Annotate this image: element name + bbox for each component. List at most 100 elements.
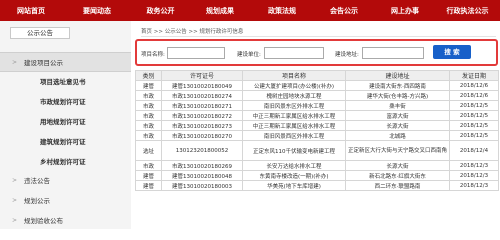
- chevron-right-icon: >: [12, 59, 18, 66]
- sidebar-item-label: 规划公示: [24, 197, 50, 205]
- table-row[interactable]: 建管 建管13010020180003 华美苑(地下车库增建) 西二环东·联盟路…: [135, 180, 499, 191]
- column-header-issue-date: 发证日期: [449, 70, 499, 81]
- sidebar-item-label: 用地规划许可证: [40, 118, 86, 126]
- sidebar-item-label: 违法公告: [24, 177, 50, 185]
- sidebar-item-violations[interactable]: > 违法公告: [0, 171, 131, 191]
- cell-address: 长源大街: [345, 120, 450, 131]
- cell-address: 桑丰街: [345, 100, 450, 111]
- column-header-category: 类别: [135, 70, 162, 81]
- table-row[interactable]: 市政 市政13010020180271 南旧风景东区外排水工程 桑丰街 2018…: [135, 100, 499, 111]
- sidebar-item-land-permit[interactable]: 用地规划许可证: [0, 112, 131, 132]
- nav-home[interactable]: 网站首页: [0, 6, 62, 16]
- sidebar-item-site-selection[interactable]: 项目选址意见书: [0, 72, 131, 92]
- project-name-label: 项目名称:: [141, 52, 165, 58]
- column-header-permit-number: 许可证号: [161, 70, 243, 81]
- cell-category: 选址: [135, 140, 162, 161]
- table-header-row: 类别 许可证号 项目名称 建设地址 发证日期: [135, 70, 499, 81]
- cell-project-name[interactable]: 东黄南寺楼改造(一期)(补办): [242, 170, 346, 181]
- sidebar-item-label: 规划验收公布: [24, 217, 63, 225]
- nav-planning-results[interactable]: 规划成果: [189, 6, 251, 16]
- cell-category: 市政: [135, 130, 162, 141]
- sidebar-item-label: 建设项目公示: [24, 59, 63, 67]
- cell-permit-number: 建管13010020180003: [161, 180, 243, 191]
- table-row[interactable]: 市政 市政13010020180270 南旧风景西区外排水工程 北城路 2018…: [135, 130, 499, 141]
- sidebar-item-building-permit[interactable]: 建筑规划许可证: [0, 132, 131, 152]
- sidebar-item-rural-permit[interactable]: 乡村规划许可证: [0, 152, 131, 172]
- cell-project-name[interactable]: 南旧风景西区外排水工程: [242, 130, 346, 141]
- construction-address-input[interactable]: [362, 47, 424, 59]
- chevron-right-icon: >: [12, 177, 18, 184]
- cell-project-name[interactable]: 中正三期新工家属区给水排水工程: [242, 110, 346, 121]
- sidebar-item-label: 市政规划许可证: [40, 98, 86, 106]
- table-row[interactable]: 市政 市政13010020180269 长安万达给水排水工程 长源大街 2018…: [135, 160, 499, 171]
- cell-issue-date: 2018/12/4: [449, 140, 499, 161]
- cell-address: 富源大街: [345, 110, 450, 121]
- permit-table: 类别 许可证号 项目名称 建设地址 发证日期 建管 建管130100201800…: [135, 70, 499, 191]
- project-name-input[interactable]: [167, 47, 225, 59]
- table-row[interactable]: 市政 市政13010020180272 中正三期新工家属区给水排水工程 富源大街…: [135, 110, 499, 121]
- nav-law-enforcement[interactable]: 行政执法公示: [435, 6, 500, 16]
- construction-address-label: 建设地址:: [335, 52, 359, 58]
- cell-permit-number: 市政13010020180271: [161, 100, 243, 111]
- cell-project-name[interactable]: 南旧风景东区外排水工程: [242, 100, 346, 111]
- cell-project-name[interactable]: 公建大厦扩建项目(办公楼)(补办): [242, 80, 346, 91]
- cell-category: 市政: [135, 90, 162, 101]
- cell-address: 长源大街: [345, 160, 450, 171]
- construction-unit-label: 建设单位:: [237, 52, 261, 58]
- chevron-right-icon: >: [12, 217, 18, 224]
- table-row[interactable]: 市政 市政13010020180274 槐树庄园地块水源工程 建华大街(仓丰路-…: [135, 90, 499, 101]
- cell-category: 建管: [135, 180, 162, 191]
- sidebar-item-label: 项目选址意见书: [40, 78, 86, 86]
- cell-permit-number: 市政13010020180273: [161, 120, 243, 131]
- breadcrumb: 首页 >> 公示公告 >> 规划行政许可信息: [141, 27, 496, 37]
- table-row[interactable]: 市政 市政13010020180273 中正三期新工家属区给水排水工程 长源大街…: [135, 120, 499, 131]
- sidebar: 公示公告 > 建设项目公示 项目选址意见书 市政规划许可证 用地规划许可证 建筑…: [0, 21, 131, 229]
- nav-policies[interactable]: 政策法规: [251, 6, 313, 16]
- table-row[interactable]: 建管 建管13010020180049 公建大厦扩建项目(办公楼)(补办) 建设…: [135, 80, 499, 91]
- cell-issue-date: 2018/12/5: [449, 100, 499, 111]
- cell-address: 建华大街(仓丰路-方兴路): [345, 90, 450, 101]
- cell-category: 市政: [135, 100, 162, 111]
- cell-category: 市政: [135, 110, 162, 121]
- cell-project-name[interactable]: 中正三期新工家属区给水排水工程: [242, 120, 346, 131]
- search-button[interactable]: 搜 索: [433, 45, 471, 59]
- nav-government-affairs[interactable]: 政务公开: [132, 6, 189, 16]
- cell-category: 市政: [135, 120, 162, 131]
- cell-permit-number: 市政13010020180270: [161, 130, 243, 141]
- sidebar-item-planning-notice[interactable]: > 规划公示: [0, 191, 131, 211]
- chevron-right-icon: >: [12, 197, 18, 204]
- cell-address: 西二环东·联盟路南: [345, 180, 450, 191]
- cell-project-name[interactable]: 华美苑(地下车库增建): [242, 180, 346, 191]
- table-row[interactable]: 选址 130123201800052 正定东风110千伏输变电新建工程 正定新区…: [135, 140, 499, 161]
- cell-category: 建管: [135, 170, 162, 181]
- cell-category: 建管: [135, 80, 162, 91]
- table-row[interactable]: 建管 建管13010020180048 东黄南寺楼改造(一期)(补办) 新石北路…: [135, 170, 499, 181]
- cell-issue-date: 2018/12/5: [449, 110, 499, 121]
- cell-issue-date: 2018/12/5: [449, 120, 499, 131]
- sidebar-item-municipal-permit[interactable]: 市政规划许可证: [0, 92, 131, 112]
- cell-address: 正定新区大行大街与天宁路交叉口西南角: [345, 140, 450, 161]
- column-header-address: 建设地址: [345, 70, 450, 81]
- nav-online-services[interactable]: 网上办事: [375, 6, 435, 16]
- cell-permit-number: 市政13010020180272: [161, 110, 243, 121]
- cell-permit-number: 市政13010020180274: [161, 90, 243, 101]
- cell-permit-number: 130123201800052: [161, 140, 243, 161]
- nav-news[interactable]: 要闻动态: [62, 6, 132, 16]
- cell-issue-date: 2018/12/6: [449, 80, 499, 91]
- sidebar-item-label: 建筑规划许可证: [40, 138, 86, 146]
- cell-project-name[interactable]: 正定东风110千伏输变电新建工程: [242, 140, 346, 161]
- construction-unit-input[interactable]: [264, 47, 324, 59]
- sidebar-item-acceptance[interactable]: > 规划验收公布: [0, 211, 131, 231]
- cell-issue-date: 2018/12/3: [449, 160, 499, 171]
- nav-announcements[interactable]: 会告公示: [313, 6, 375, 16]
- cell-project-name[interactable]: 槐树庄园地块水源工程: [242, 90, 346, 101]
- sidebar-title: 公示公告: [10, 27, 70, 39]
- sidebar-item-project-notice[interactable]: > 建设项目公示: [0, 52, 131, 72]
- search-panel: 项目名称: 建设单位: 建设地址: 搜 索: [135, 39, 498, 66]
- top-navigation: 网站首页 要闻动态 政务公开 规划成果 政策法规 会告公示 网上办事 行政执法公…: [0, 0, 500, 21]
- cell-permit-number: 建管13010020180049: [161, 80, 243, 91]
- cell-issue-date: 2018/12/6: [449, 90, 499, 101]
- sidebar-item-label: 乡村规划许可证: [40, 158, 86, 166]
- cell-project-name[interactable]: 长安万达给水排水工程: [242, 160, 346, 171]
- cell-permit-number: 市政13010020180269: [161, 160, 243, 171]
